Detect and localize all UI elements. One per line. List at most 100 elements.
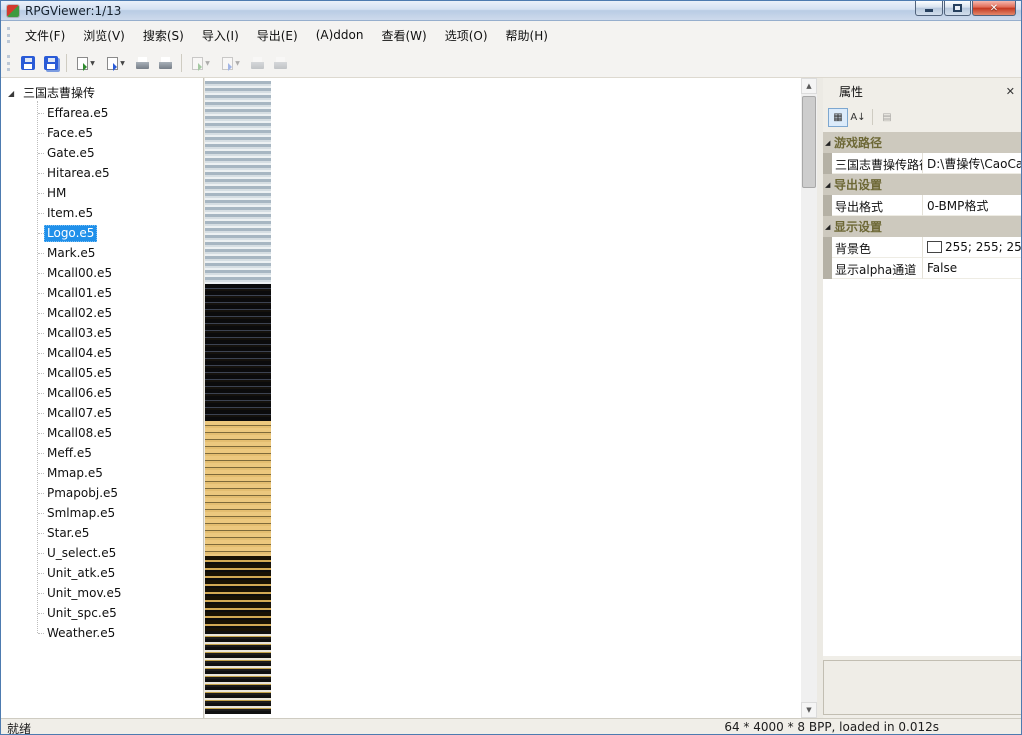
menu-search[interactable]: 搜索(S) [134,22,193,49]
tree-item[interactable]: Mcall06.e5 [1,383,203,403]
extra-tool-button-1[interactable] [246,52,269,74]
scroll-down-button[interactable]: ▼ [801,702,817,718]
property-key: 显示alpha通道 [832,258,923,279]
image-viewer-panel: ▲ ▼ [205,78,817,718]
menu-addon[interactable]: (A)ddon [307,23,373,47]
scrollbar-thumb[interactable] [802,96,816,188]
menubar: 文件(F) 浏览(V) 搜索(S) 导入(I) 导出(E) (A)ddon 查看… [1,21,1021,49]
property-row-show-alpha[interactable]: 显示alpha通道 False [823,258,1022,279]
close-button[interactable]: ✕ [972,1,1016,16]
property-value[interactable]: D:\曹操传\CaoCa [923,153,1022,174]
scroll-up-icon: ▲ [806,82,811,90]
menu-file[interactable]: 文件(F) [16,22,74,49]
vertical-scrollbar[interactable]: ▲ ▼ [801,78,817,718]
preview-segment [205,631,271,714]
extra-tool-button-2[interactable] [269,52,292,74]
print-all-button[interactable] [154,52,177,74]
tree-item[interactable]: U_select.e5 [1,543,203,563]
window-controls: ✕ [914,1,1016,16]
tree-item[interactable]: Mcall08.e5 [1,423,203,443]
save-all-icon [44,56,58,70]
property-row-export-format[interactable]: 导出格式 0-BMP格式 [823,195,1022,216]
save-button[interactable] [16,52,39,74]
close-icon: ✕ [990,3,998,14]
properties-panel: 属性 ✕ ▦ A↓ ▤ ◢ 游戏路径 三国志曹操传路径 D:\曹操传\CaoCa [823,78,1022,718]
property-value[interactable]: 255; 255; 255 [923,237,1022,258]
prev-dropdown-button[interactable]: ▼ [186,52,216,74]
minimize-button[interactable] [915,1,943,16]
tree-item[interactable]: Unit_spc.e5 [1,603,203,623]
tree-item[interactable]: Pmapobj.e5 [1,483,203,503]
property-grid-empty-area [823,279,1022,656]
tree-item[interactable]: Mcall02.e5 [1,303,203,323]
maximize-button[interactable] [944,1,971,16]
property-description-box [823,660,1022,715]
resource-tree-panel: ◢ 三国志曹操传 Effarea.e5 Face.e5 Gate.e5 Hita… [1,78,204,718]
tree-item[interactable]: Weather.e5 [1,623,203,643]
main-area: ◢ 三国志曹操传 Effarea.e5 Face.e5 Gate.e5 Hita… [1,78,1021,718]
tree-item[interactable]: Effarea.e5 [1,103,203,123]
tree-item[interactable]: Meff.e5 [1,443,203,463]
scroll-up-button[interactable]: ▲ [801,78,817,94]
tree-item[interactable]: Unit_atk.e5 [1,563,203,583]
titlebar: RPGViewer:1/13 ✕ [1,1,1021,21]
row-marker [823,237,832,258]
tree-item[interactable]: Smlmap.e5 [1,503,203,523]
menu-help[interactable]: 帮助(H) [497,22,557,49]
tree-item[interactable]: Star.e5 [1,523,203,543]
tree-item[interactable]: Item.e5 [1,203,203,223]
printer-icon [251,57,264,69]
print-button[interactable] [131,52,154,74]
property-row-background-color[interactable]: 背景色 255; 255; 255 [823,237,1022,258]
image-preview [205,81,271,714]
sort-az-icon: A↓ [850,112,865,123]
menu-browse[interactable]: 浏览(V) [74,22,134,49]
tree-item[interactable]: Face.e5 [1,123,203,143]
tree-item[interactable]: Mcall01.e5 [1,283,203,303]
status-image-info: 64 * 4000 * 8 BPP, loaded in 0.012s [724,720,939,734]
status-ready-text: 就绪 [7,720,31,735]
tree-item[interactable]: Mmap.e5 [1,463,203,483]
tree-item[interactable]: Mcall03.e5 [1,323,203,343]
menu-import[interactable]: 导入(I) [193,22,248,49]
export-dropdown-button[interactable]: ▼ [101,52,131,74]
category-export-settings[interactable]: ◢ 导出设置 [823,174,1022,195]
expander-icon: ◢ [823,139,834,147]
tree-item-selected[interactable]: Logo.e5 [1,223,203,243]
tree-item[interactable]: Mcall07.e5 [1,403,203,423]
property-row-game-path[interactable]: 三国志曹操传路径 D:\曹操传\CaoCa [823,153,1022,174]
property-value[interactable]: 0-BMP格式 [923,195,1022,216]
tree-item[interactable]: Unit_mov.e5 [1,583,203,603]
app-window: RPGViewer:1/13 ✕ 文件(F) 浏览(V) 搜索(S) 导入(I)… [0,0,1022,735]
printer-icon [159,57,172,69]
save-all-button[interactable] [39,52,62,74]
menu-options[interactable]: 选项(O) [436,22,497,49]
category-game-path[interactable]: ◢ 游戏路径 [823,132,1022,153]
tree-item[interactable]: Mcall04.e5 [1,343,203,363]
tree-items: Effarea.e5 Face.e5 Gate.e5 Hitarea.e5 HM… [1,103,203,643]
properties-title: 属性 [839,83,863,100]
preview-segment [205,556,271,631]
property-key: 三国志曹操传路径 [832,153,923,174]
tree-item[interactable]: Mcall05.e5 [1,363,203,383]
properties-close-button[interactable]: ✕ [1006,85,1015,98]
menu-view[interactable]: 查看(W) [372,22,435,49]
next-icon [222,57,233,70]
tree-item[interactable]: Mcall00.e5 [1,263,203,283]
next-dropdown-button[interactable]: ▼ [216,52,246,74]
categorized-view-button[interactable]: ▦ [828,108,848,127]
menu-export[interactable]: 导出(E) [248,22,307,49]
expander-icon[interactable]: ◢ [8,84,14,104]
tree-item[interactable]: Mark.e5 [1,243,203,263]
tree-item[interactable]: Gate.e5 [1,143,203,163]
alphabetical-sort-button[interactable]: A↓ [848,108,868,127]
property-pages-button[interactable]: ▤ [877,108,897,127]
tree-root-node[interactable]: ◢ 三国志曹操传 [1,83,203,103]
property-value[interactable]: False [923,258,1022,279]
tree-item[interactable]: HM [1,183,203,203]
save-icon [21,56,35,70]
category-display-settings[interactable]: ◢ 显示设置 [823,216,1022,237]
import-dropdown-button[interactable]: ▼ [71,52,101,74]
tree-item[interactable]: Hitarea.e5 [1,163,203,183]
import-icon [77,57,88,70]
